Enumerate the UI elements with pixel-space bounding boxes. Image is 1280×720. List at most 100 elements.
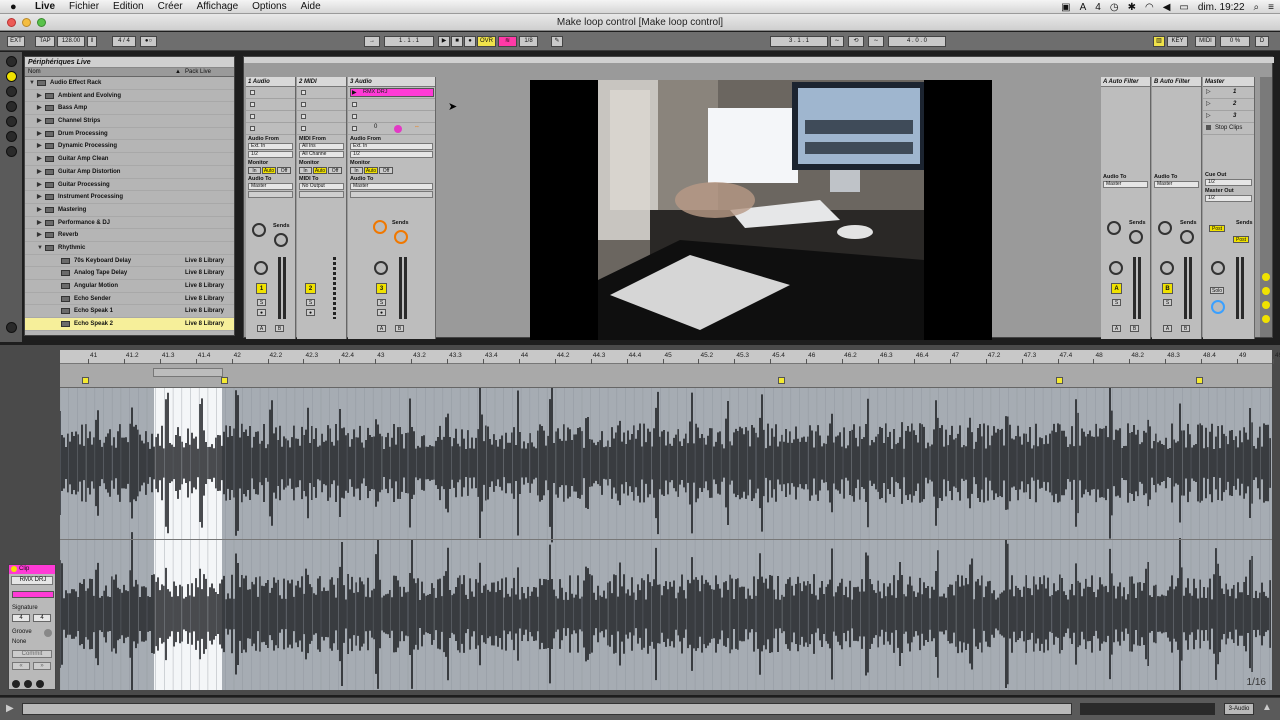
zoom-icon[interactable]: [37, 18, 46, 27]
midi-map-button[interactable]: MIDI: [1195, 36, 1216, 47]
clip-slot[interactable]: [348, 111, 435, 123]
draw-mode-icon[interactable]: ✎: [551, 36, 563, 47]
nudge-icon[interactable]: ‖: [87, 36, 97, 47]
search-icon[interactable]: ⌕: [1254, 2, 1260, 13]
close-icon[interactable]: [7, 18, 16, 27]
input-type-select[interactable]: Ext. In: [248, 143, 293, 150]
folder-2-icon[interactable]: [6, 131, 17, 142]
track-title[interactable]: 2 MIDI: [297, 77, 346, 87]
disclosure-closed-icon[interactable]: ▶: [37, 90, 42, 103]
send-a-knob[interactable]: [373, 220, 387, 234]
crossfade-a-button[interactable]: A: [257, 325, 266, 332]
grid-value[interactable]: 1/16: [1247, 677, 1266, 688]
stop-all-clips-button[interactable]: Stop Clips: [1203, 123, 1254, 135]
show-mixer-icon[interactable]: [1262, 301, 1270, 309]
input-type-select[interactable]: Ext. In: [350, 143, 433, 150]
master-volume-knob[interactable]: [1211, 261, 1225, 275]
input-channel-select[interactable]: 1/2: [248, 151, 293, 158]
disclosure-closed-icon[interactable]: ▶: [37, 166, 42, 179]
pan-knob[interactable]: [1109, 261, 1123, 275]
return-activator-button[interactable]: A: [1111, 283, 1122, 294]
output-select[interactable]: Master: [1103, 181, 1148, 188]
loop-brace[interactable]: [153, 368, 223, 377]
tempo-field[interactable]: 128.00: [57, 36, 85, 47]
clip-stop-icon[interactable]: [301, 90, 306, 95]
disclosure-closed-icon[interactable]: ▶: [37, 153, 42, 166]
browser-item[interactable]: ▶ Reverb: [25, 229, 234, 242]
clip-tab-icon[interactable]: [12, 680, 20, 688]
track-title[interactable]: 1 Audio: [246, 77, 295, 87]
solo-button[interactable]: S: [1112, 299, 1121, 306]
sample-waveform-editor[interactable]: 1/16: [60, 388, 1272, 690]
plugins-icon[interactable]: [6, 86, 17, 97]
warp-marker[interactable]: [1196, 377, 1203, 384]
solo-switch[interactable]: Solo: [1210, 287, 1224, 294]
loop-start-field[interactable]: 3 . 1 . 1: [770, 36, 828, 47]
cue-out-select[interactable]: 1/2: [1205, 179, 1252, 186]
track-activator-button[interactable]: 1: [256, 283, 267, 294]
monitor-auto-button[interactable]: Auto: [262, 167, 276, 174]
signature-field[interactable]: 4 / 4: [112, 36, 136, 47]
input-type-select[interactable]: All Ins: [299, 143, 344, 150]
browser-item[interactable]: ▼ Rhythmic: [25, 242, 234, 255]
warp-marker[interactable]: [1056, 377, 1063, 384]
menu-aide[interactable]: Aide: [294, 1, 328, 12]
solo-button[interactable]: S: [377, 299, 386, 306]
clip-stop-icon[interactable]: [250, 102, 255, 107]
camera-icon[interactable]: ▣: [1061, 2, 1070, 13]
crossfade-b-button[interactable]: B: [275, 325, 284, 332]
stop-button-icon[interactable]: [250, 126, 255, 131]
clip-slot[interactable]: [246, 111, 295, 123]
track-title[interactable]: A Auto Filter: [1101, 77, 1150, 87]
session-overview[interactable]: [244, 57, 1274, 63]
disclosure-closed-icon[interactable]: ▶: [37, 140, 42, 153]
scene-3[interactable]: ▷ 3: [1203, 111, 1254, 123]
show-crossfader-icon[interactable]: [1262, 315, 1270, 323]
pan-knob[interactable]: [374, 261, 388, 275]
post-button[interactable]: Post: [1233, 236, 1249, 243]
send-b-knob[interactable]: [394, 230, 408, 244]
pan-knob[interactable]: [1160, 261, 1174, 275]
detail-view-icon[interactable]: ▲: [1262, 702, 1272, 713]
bluetooth-icon[interactable]: ✱: [1128, 2, 1136, 13]
monitor-auto-button[interactable]: Auto: [364, 167, 378, 174]
status-badge[interactable]: 4: [1095, 2, 1101, 13]
browser-item[interactable]: ▶ Drum Processing: [25, 128, 234, 141]
warp-marker[interactable]: [778, 377, 785, 384]
input-channel-select[interactable]: All Channe: [299, 151, 344, 158]
menu-creer[interactable]: Créer: [151, 1, 190, 12]
warp-marker-lane[interactable]: [60, 364, 1272, 388]
browser-item[interactable]: ▶ Mastering: [25, 204, 234, 217]
wifi-icon[interactable]: ◠: [1145, 2, 1154, 13]
post-button[interactable]: Post: [1209, 225, 1225, 232]
pan-knob[interactable]: [254, 261, 268, 275]
monitor-off-button[interactable]: Off: [328, 167, 342, 174]
monitor-in-button[interactable]: In: [299, 167, 312, 174]
input-channel-select[interactable]: 1/2: [350, 151, 433, 158]
stop-button-icon[interactable]: [352, 126, 357, 131]
disclosure-closed-icon[interactable]: ▶: [37, 115, 42, 128]
crossfade-icon[interactable]: ⇔: [414, 124, 420, 130]
play-icon[interactable]: ▶: [438, 36, 450, 47]
arm-button[interactable]: ●: [257, 309, 266, 316]
send-a-knob[interactable]: [1107, 221, 1121, 235]
apple-icon[interactable]: ●: [10, 1, 22, 13]
track-title[interactable]: 3 Audio: [348, 77, 435, 87]
send-a-knob[interactable]: [252, 223, 266, 237]
menu-app-name[interactable]: Live: [28, 1, 62, 12]
key-map-button[interactable]: KEY: [1167, 36, 1188, 47]
warp-marker[interactable]: [221, 377, 228, 384]
browser-item[interactable]: Angular Motion Live 8 Library: [25, 280, 234, 293]
menu-options[interactable]: Options: [245, 1, 293, 12]
files-icon[interactable]: [6, 101, 17, 112]
track-activator-button[interactable]: 3: [376, 283, 387, 294]
menu-edition[interactable]: Edition: [106, 1, 151, 12]
monitor-in-button[interactable]: In: [248, 167, 261, 174]
disclosure-open-icon[interactable]: ▼: [37, 242, 43, 255]
disclosure-closed-icon[interactable]: ▶: [37, 179, 42, 192]
stop-icon[interactable]: ■: [451, 36, 463, 47]
browser-item[interactable]: Echo Sender Live 8 Library: [25, 293, 234, 306]
nudge-back-icon[interactable]: «: [12, 662, 30, 670]
punch-out-icon[interactable]: ∼: [868, 36, 884, 47]
clip-slot[interactable]: [297, 99, 346, 111]
